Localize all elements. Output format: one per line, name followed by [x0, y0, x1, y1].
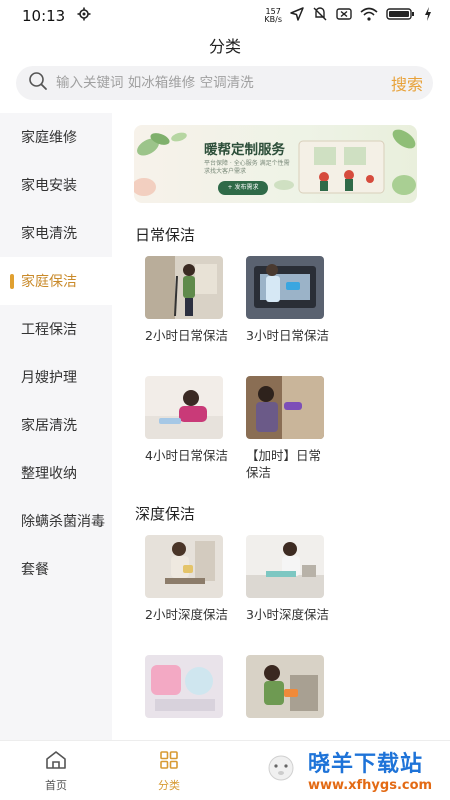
- service-photo: [145, 376, 223, 439]
- sidebar-item-label: 整理收纳: [21, 466, 77, 482]
- service-card[interactable]: 3小时日常保洁: [246, 256, 329, 344]
- sidebar-item-furniture-cleaning[interactable]: 家居清洗: [0, 401, 112, 449]
- service-photo: [246, 535, 324, 598]
- charging-icon: [424, 7, 432, 25]
- watermark-title: 晓羊下载站: [308, 752, 424, 777]
- section-title-daily-cleaning: 日常保洁: [135, 226, 196, 244]
- sidebar-item-package[interactable]: 套餐: [0, 545, 112, 593]
- search-bar[interactable]: 搜索: [16, 66, 433, 100]
- search-button[interactable]: 搜索: [391, 71, 423, 95]
- tab-label: 首页: [45, 778, 67, 792]
- sidebar-item-appliance-install[interactable]: 家电安装: [0, 161, 112, 209]
- service-card[interactable]: [145, 655, 225, 726]
- banner-subtitle: 平台保障 · 全心服务 满足个性需求找大客户需求: [204, 160, 290, 175]
- mascot-sheep-icon: [264, 752, 298, 787]
- section-title-deep-cleaning: 深度保洁: [135, 505, 196, 523]
- service-card[interactable]: [246, 655, 326, 726]
- tab-home[interactable]: 首页: [11, 741, 101, 800]
- battery-icon: [386, 7, 416, 25]
- status-bar: 10:13 157 KB/s: [0, 0, 450, 32]
- search-input[interactable]: [56, 75, 391, 91]
- tab-category[interactable]: 分类: [124, 741, 214, 800]
- service-card[interactable]: 4小时日常保洁: [145, 376, 228, 464]
- service-photo: [145, 655, 223, 718]
- sidebar-item-engineering-cleaning[interactable]: 工程保洁: [0, 305, 112, 353]
- sidebar-item-label: 家电安装: [21, 178, 77, 194]
- wifi-icon: [360, 7, 378, 25]
- service-card[interactable]: 【加时】日常保洁: [246, 376, 326, 481]
- service-card[interactable]: 2小时日常保洁: [145, 256, 228, 344]
- site-watermark: 晓羊下载站 www.xfhygs.com: [308, 746, 446, 794]
- sidebar-item-label: 家居清洗: [21, 418, 77, 434]
- publish-demand-button[interactable]: + 发布需求: [218, 181, 268, 195]
- sidebar-item-label: 家电清洗: [21, 226, 77, 242]
- service-photo: [145, 256, 223, 319]
- service-name: 3小时日常保洁: [246, 328, 329, 343]
- home-icon: [45, 750, 67, 773]
- grid-icon: [159, 750, 179, 773]
- sidebar-item-label: 工程保洁: [21, 322, 77, 338]
- no-sim-icon: [336, 7, 352, 25]
- custom-service-banner[interactable]: 暖帮定制服务 平台保障 · 全心服务 满足个性需求找大客户需求 + 发布需求: [134, 125, 417, 203]
- status-time: 10:13: [22, 7, 66, 25]
- mute-icon: [312, 7, 328, 25]
- banner-title: 暖帮定制服务: [204, 142, 285, 158]
- page-title: 分类: [208, 37, 241, 56]
- sidebar-item-organizing[interactable]: 整理收纳: [0, 449, 112, 497]
- tab-label: 分类: [158, 778, 180, 792]
- location-arrow-icon: [290, 7, 304, 25]
- sidebar-item-label: 套餐: [21, 562, 49, 578]
- search-icon: [28, 71, 48, 95]
- service-photo: [246, 376, 324, 439]
- service-photo: [145, 535, 223, 598]
- service-card[interactable]: 3小时深度保洁: [246, 535, 329, 623]
- service-name: 2小时日常保洁: [145, 328, 228, 343]
- settings-gear-icon: [77, 7, 91, 25]
- service-name: 3小时深度保洁: [246, 607, 329, 622]
- service-name: 2小时深度保洁: [145, 607, 228, 622]
- service-photo: [246, 256, 324, 319]
- sidebar-item-label: 家庭维修: [21, 130, 77, 146]
- sidebar-item-label: 家庭保洁: [21, 274, 77, 290]
- sidebar-item-disinfection[interactable]: 除螨杀菌消毒: [0, 497, 112, 545]
- watermark-url: www.xfhygs.com: [308, 778, 433, 793]
- service-name: 【加时】日常保洁: [246, 448, 322, 480]
- category-content: 暖帮定制服务 平台保障 · 全心服务 满足个性需求找大客户需求 + 发布需求 日…: [112, 113, 450, 740]
- service-card[interactable]: 2小时深度保洁: [145, 535, 228, 623]
- category-sidebar: 家庭维修 家电安装 家电清洗 家庭保洁 工程保洁 月嫂护理 家居清洗 整理收纳 …: [0, 113, 112, 740]
- sidebar-item-home-repair[interactable]: 家庭维修: [0, 113, 112, 161]
- sidebar-item-home-cleaning[interactable]: 家庭保洁: [0, 257, 112, 305]
- sidebar-item-label: 月嫂护理: [21, 370, 77, 386]
- sidebar-item-maternity-care[interactable]: 月嫂护理: [0, 353, 112, 401]
- net-speed: 157 KB/s: [264, 7, 282, 24]
- sidebar-item-appliance-cleaning[interactable]: 家电清洗: [0, 209, 112, 257]
- service-name: 4小时日常保洁: [145, 448, 228, 463]
- sidebar-item-label: 除螨杀菌消毒: [21, 514, 105, 530]
- service-photo: [246, 655, 324, 718]
